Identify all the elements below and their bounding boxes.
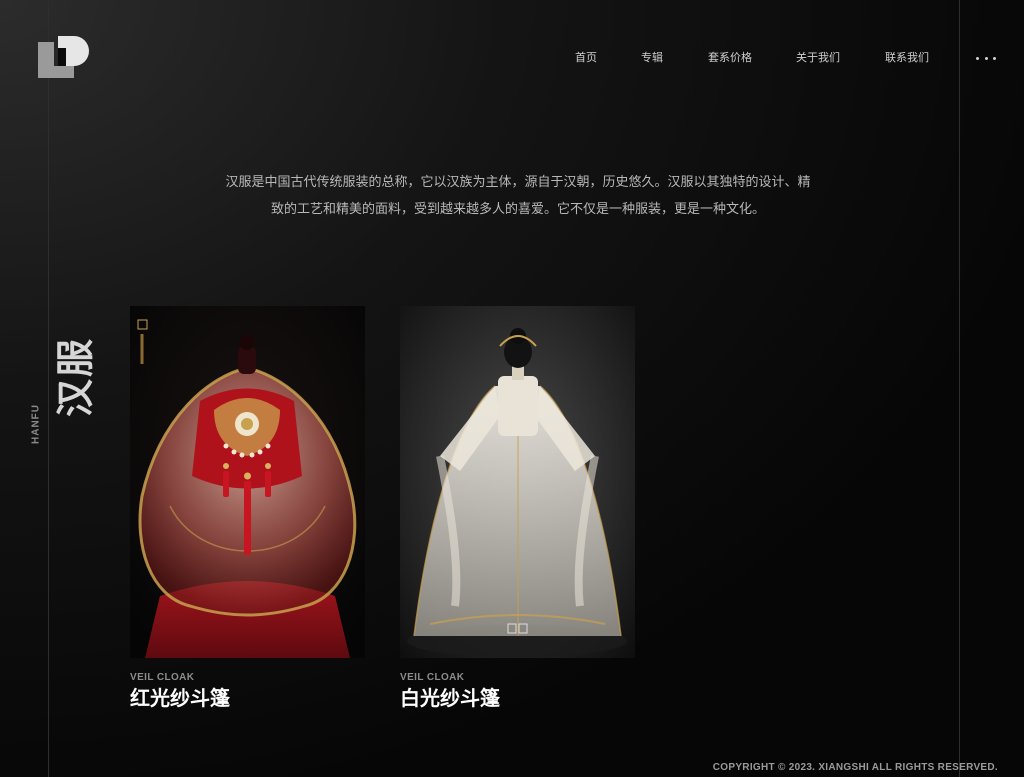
more-menu-icon[interactable]: [976, 51, 996, 65]
nav-home[interactable]: 首页: [575, 51, 597, 65]
card-title[interactable]: 白光纱斗篷: [400, 685, 635, 711]
intro-line-2: 致的工艺和精美的面料，受到越来越多人的喜爱。它不仅是一种服装，更是一种文化。: [270, 202, 765, 217]
nav-albums[interactable]: 专辑: [641, 51, 663, 65]
nav-about[interactable]: 关于我们: [796, 51, 840, 65]
card-title[interactable]: 红光纱斗篷: [130, 685, 365, 711]
brand-logo[interactable]: [36, 34, 92, 80]
red-cloak-image[interactable]: [130, 306, 365, 658]
section-subtitle: HANFU: [30, 404, 42, 444]
section-title: 汉服: [53, 336, 98, 418]
nav-contact[interactable]: 联系我们: [885, 51, 929, 65]
nav-pricing[interactable]: 套系价格: [708, 51, 752, 65]
product-card[interactable]: VEIL CLOAK 白光纱斗篷: [400, 306, 635, 711]
right-divider-line: [959, 0, 960, 777]
white-cloak-image[interactable]: [400, 306, 635, 658]
product-card[interactable]: VEIL CLOAK 红光纱斗篷: [130, 306, 365, 711]
intro-line-1: 汉服是中国古代传统服装的总称，它以汉族为主体，源自于汉朝，历史悠久。汉服以其独特…: [225, 175, 811, 190]
copyright-text: COPYRIGHT © 2023. XIANGSHI ALL RIGHTS RE…: [712, 762, 998, 773]
intro-paragraph: 汉服是中国古代传统服装的总称，它以汉族为主体，源自于汉朝，历史悠久。汉服以其独特…: [190, 169, 846, 223]
card-subtitle: VEIL CLOAK: [400, 672, 465, 683]
card-subtitle: VEIL CLOAK: [130, 672, 195, 683]
